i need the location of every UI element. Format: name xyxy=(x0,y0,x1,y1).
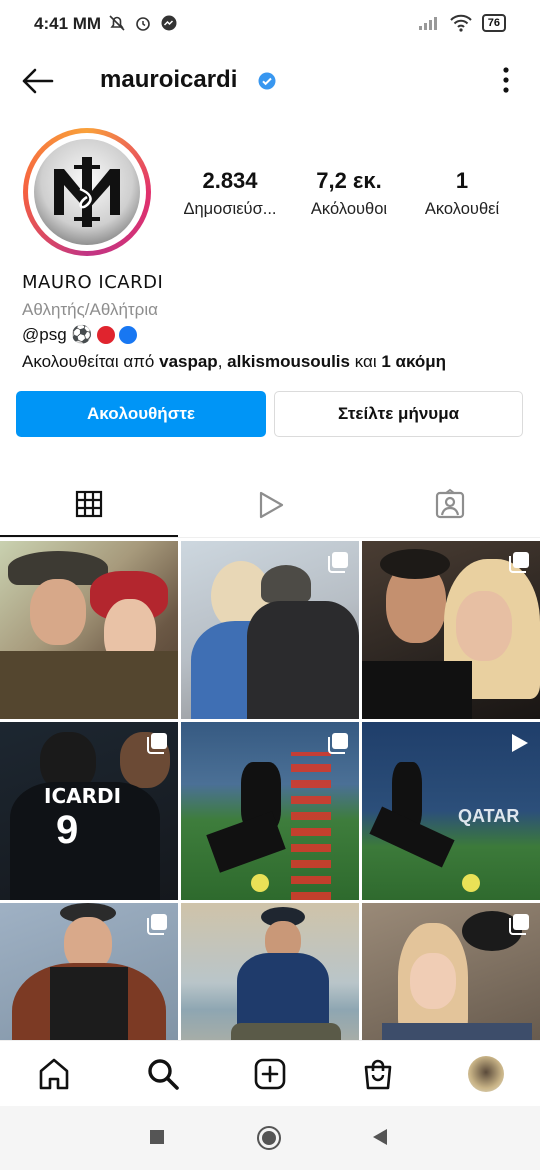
profile-tab-avatar[interactable] xyxy=(468,1056,504,1092)
red-circle-icon xyxy=(96,326,115,344)
carousel-icon xyxy=(509,914,529,935)
followed-by-prefix: Ακολουθείται από xyxy=(22,352,160,371)
post-thumbnail[interactable] xyxy=(181,722,359,900)
carousel-icon xyxy=(147,733,167,754)
carousel-icon xyxy=(147,914,167,935)
followed-by[interactable]: Ακολουθείται από vaspap, alkismousoulis … xyxy=(22,352,446,372)
messenger-icon xyxy=(161,15,177,31)
more-options-icon[interactable] xyxy=(502,66,510,94)
stat-posts[interactable]: 2.834 Δημοσιεύσ... xyxy=(170,168,290,219)
followed-by-user[interactable]: vaspap xyxy=(159,352,218,371)
stat-following[interactable]: 1 Ακολουθεί xyxy=(410,168,514,219)
home-circle-icon[interactable] xyxy=(256,1125,282,1151)
profile-tabs xyxy=(0,472,540,538)
post-thumbnail[interactable] xyxy=(181,541,359,719)
stat-followers-label: Ακόλουθοι xyxy=(310,200,388,218)
followed-by-separator: , xyxy=(217,352,228,371)
followed-by-and: και xyxy=(349,352,382,371)
profile-bio: @psg ⚽ xyxy=(22,325,137,345)
mi-logo-icon xyxy=(54,157,120,227)
system-navigation-bar xyxy=(0,1106,540,1170)
follow-button[interactable]: Ακολουθήστε xyxy=(16,391,266,437)
jersey-number: 9 xyxy=(56,808,79,852)
carousel-icon xyxy=(328,733,348,754)
avatar[interactable] xyxy=(34,139,140,245)
reel-play-icon xyxy=(512,734,528,752)
post-thumbnail[interactable]: QATAR xyxy=(362,722,540,900)
stat-following-count: 1 xyxy=(455,168,469,193)
jersey-name: ICARDI xyxy=(44,784,122,808)
alarm-icon xyxy=(136,17,150,31)
blue-circle-icon xyxy=(118,326,137,344)
status-time: 4:41 MM xyxy=(34,14,102,33)
wifi-icon xyxy=(450,14,472,32)
create-post-icon[interactable] xyxy=(253,1057,287,1091)
search-icon[interactable] xyxy=(146,1057,180,1091)
followed-by-user[interactable]: alkismousoulis xyxy=(227,352,350,371)
profile-full-name: MAURO ICARDI xyxy=(22,272,164,293)
profile-category: Αθλητής/Αθλήτρια xyxy=(22,300,158,319)
post-thumbnail[interactable] xyxy=(0,541,178,719)
post-thumbnail[interactable]: ICARDI 9 xyxy=(0,722,178,900)
profile-header: mauroicardi xyxy=(0,52,540,108)
stat-following-label: Ακολουθεί xyxy=(424,200,500,218)
profile-username: mauroicardi xyxy=(100,66,238,93)
status-icons-right: 76 xyxy=(418,14,506,32)
signal-icon xyxy=(418,17,437,30)
carousel-icon xyxy=(509,552,529,573)
battery-indicator: 76 xyxy=(481,14,506,32)
muted-bell-icon xyxy=(109,15,125,31)
message-button[interactable]: Στείλτε μήνυμα xyxy=(274,391,523,437)
stat-followers[interactable]: 7,2 εκ. Ακόλουθοι xyxy=(298,168,400,219)
recents-square-icon[interactable] xyxy=(149,1129,165,1145)
back-triangle-icon[interactable] xyxy=(372,1128,388,1146)
reels-tab-icon[interactable] xyxy=(256,490,286,520)
shop-icon[interactable] xyxy=(361,1056,395,1092)
carousel-icon xyxy=(328,552,348,573)
stat-posts-label: Δημοσιεύσ... xyxy=(183,200,277,218)
status-icons-left xyxy=(108,14,178,32)
verified-badge-icon xyxy=(258,72,276,90)
home-icon[interactable] xyxy=(37,1057,71,1091)
bottom-navigation xyxy=(0,1040,540,1107)
followed-by-more[interactable]: 1 ακόμη xyxy=(381,352,446,371)
tabs-divider xyxy=(0,537,540,538)
stat-posts-count: 2.834 xyxy=(202,168,258,193)
tagged-tab-icon[interactable] xyxy=(434,488,466,520)
status-bar: 4:41 MM 76 xyxy=(0,0,540,50)
sponsor-text: QATAR xyxy=(458,806,520,826)
stat-followers-count: 7,2 εκ. xyxy=(316,168,382,193)
post-thumbnail[interactable] xyxy=(362,541,540,719)
bio-text: @psg ⚽ xyxy=(22,325,93,344)
grid-tab-icon[interactable] xyxy=(75,490,103,518)
back-arrow-icon[interactable] xyxy=(20,66,54,96)
